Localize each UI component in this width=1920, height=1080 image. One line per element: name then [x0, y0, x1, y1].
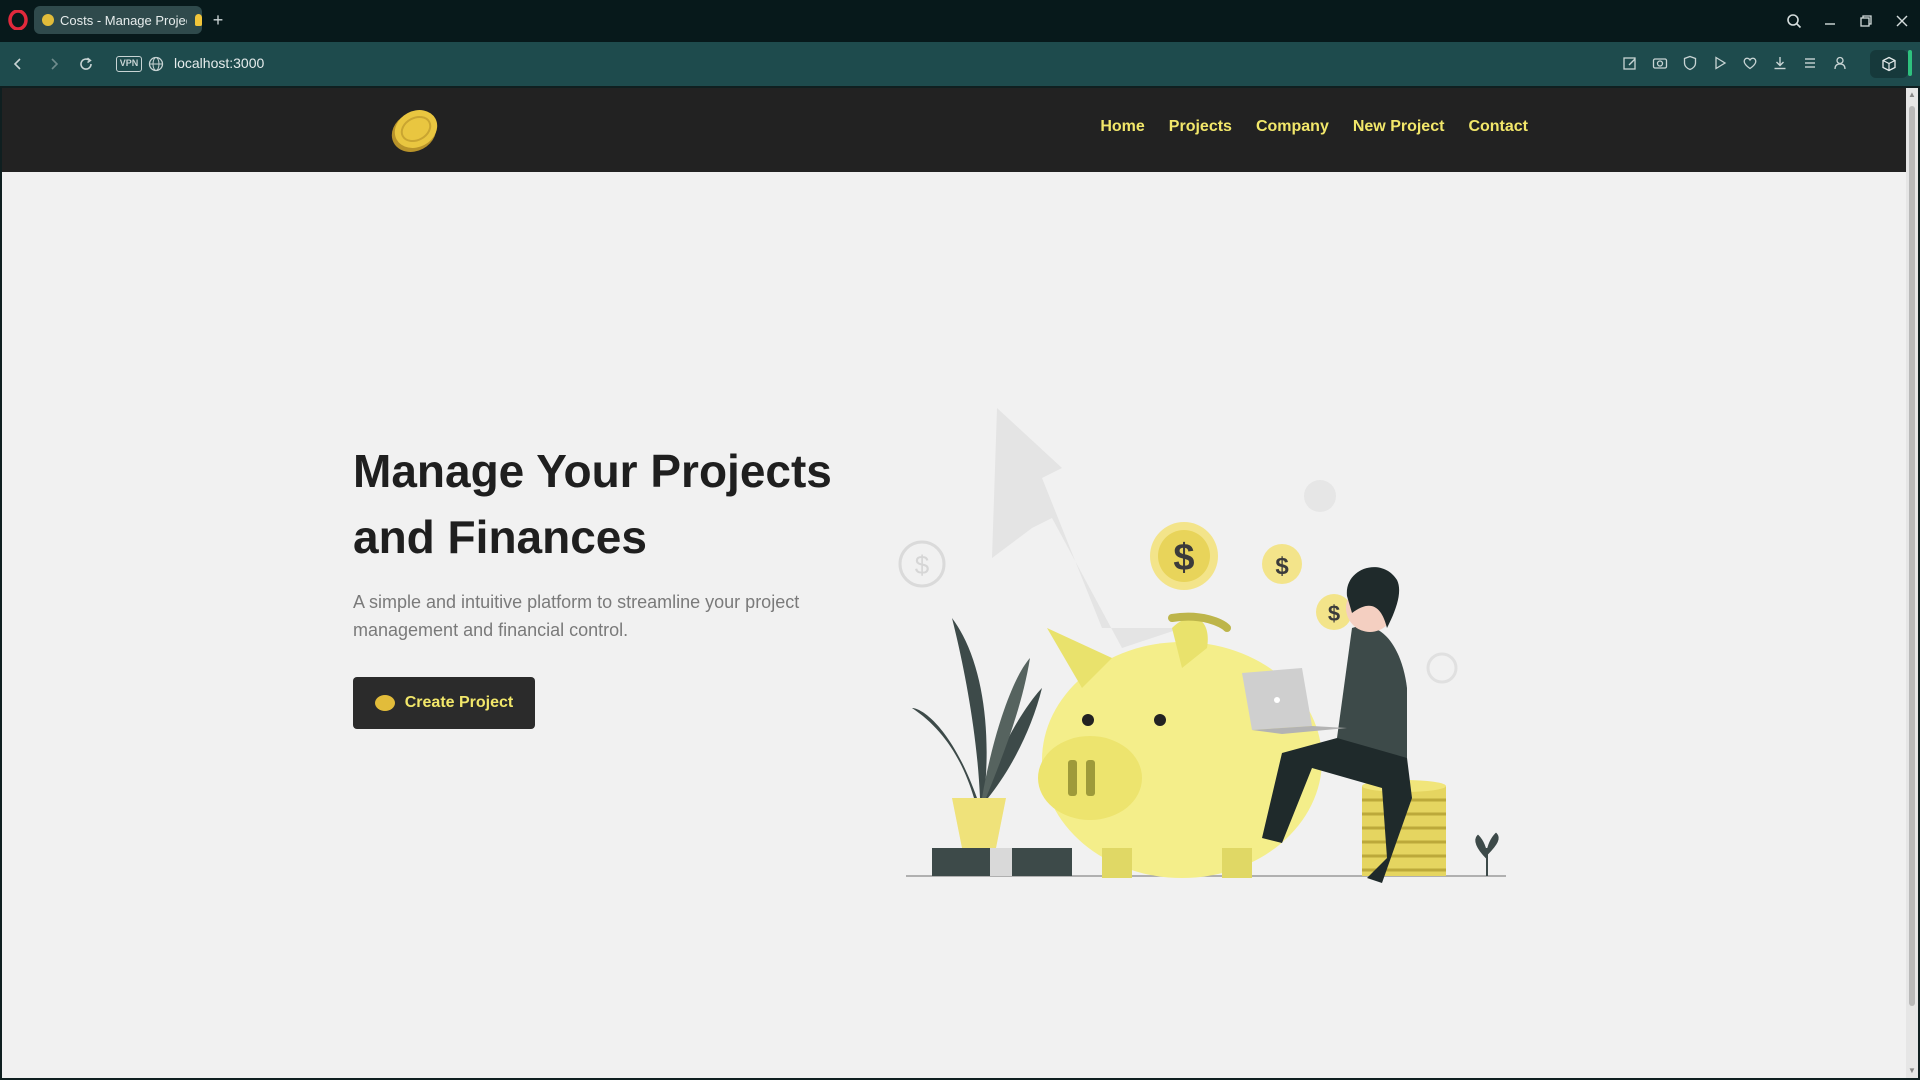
- extensions-button[interactable]: [1870, 50, 1908, 78]
- create-project-label: Create Project: [404, 694, 514, 711]
- close-icon: [1896, 15, 1908, 27]
- nav-contact[interactable]: Contact: [1468, 118, 1528, 136]
- coin-favicon-icon: [42, 14, 54, 26]
- svg-text:$: $: [1328, 601, 1340, 626]
- lightbulb-icon: [194, 14, 202, 26]
- url-field[interactable]: localhost:3000: [174, 55, 264, 71]
- sprout-graphic: [1475, 832, 1499, 876]
- back-button[interactable]: [8, 54, 28, 74]
- browser-titlebar: Costs - Manage Projects +: [0, 0, 1920, 42]
- edit-page-button[interactable]: [1620, 52, 1640, 74]
- hero-title: Manage Your Projects and Finances: [353, 445, 832, 563]
- coin-logo-icon[interactable]: [387, 104, 441, 156]
- chevron-right-icon: [51, 58, 59, 70]
- scrollbar-thumb[interactable]: [1909, 106, 1915, 1006]
- player-button[interactable]: [1710, 52, 1730, 74]
- create-project-button[interactable]: Create Project: [353, 677, 535, 729]
- reload-button[interactable]: [76, 54, 96, 74]
- downloads-button[interactable]: [1770, 52, 1790, 74]
- restore-icon: [1860, 15, 1872, 27]
- vpn-badge[interactable]: VPN: [116, 56, 142, 72]
- faint-coin-graphic: [1426, 652, 1458, 684]
- svg-text:$: $: [1173, 537, 1194, 579]
- piggy-bank-illustration: $ $ $ $: [898, 408, 1506, 883]
- nav-company[interactable]: Company: [1256, 118, 1329, 136]
- globe-icon[interactable]: [148, 56, 164, 72]
- hero-subtitle: A simple and intuitive platform to strea…: [353, 592, 800, 640]
- main-nav: Home Projects Company New Project Contac…: [1100, 118, 1528, 136]
- profile-button[interactable]: [1830, 52, 1850, 74]
- new-tab-button[interactable]: +: [208, 10, 228, 30]
- page-scrollbar[interactable]: ▲ ▼: [1906, 88, 1918, 1078]
- page-viewport: Home Projects Company New Project Contac…: [2, 88, 1906, 1078]
- search-tabs-button[interactable]: [1776, 3, 1812, 39]
- books-graphic: [932, 848, 990, 876]
- coin-icon: [374, 695, 395, 711]
- minimize-button[interactable]: [1812, 3, 1848, 39]
- opera-logo-icon[interactable]: [8, 10, 28, 30]
- cube-icon: [1882, 56, 1896, 72]
- nav-new-project[interactable]: New Project: [1353, 118, 1445, 136]
- browser-addressbar: VPN localhost:3000: [0, 42, 1920, 86]
- growth-arrow-graphic: [992, 408, 1182, 648]
- scroll-down-arrow-icon[interactable]: ▼: [1907, 1066, 1917, 1076]
- site-navbar: Home Projects Company New Project Contac…: [2, 88, 1906, 172]
- scroll-up-arrow-icon[interactable]: ▲: [1907, 90, 1917, 100]
- shield-button[interactable]: [1680, 52, 1700, 74]
- forward-button[interactable]: [44, 54, 64, 74]
- restore-button[interactable]: [1848, 3, 1884, 39]
- nav-home[interactable]: Home: [1100, 118, 1144, 136]
- sidebar-indicator: [1908, 50, 1912, 76]
- bookmarks-button[interactable]: [1740, 52, 1760, 74]
- camera-icon: [1652, 58, 1668, 69]
- browser-tab-active[interactable]: Costs - Manage Projects: [34, 6, 202, 34]
- menu-icon: [1805, 58, 1815, 68]
- minimize-icon: [1825, 23, 1835, 25]
- potted-plant-graphic: [952, 798, 1006, 848]
- nav-projects[interactable]: Projects: [1169, 118, 1232, 136]
- heart-icon: [1743, 57, 1757, 70]
- snapshot-button[interactable]: [1650, 52, 1670, 74]
- shield-icon: [1683, 55, 1697, 71]
- reload-icon: [80, 57, 92, 70]
- chevron-left-icon: [13, 58, 21, 70]
- edit-icon: [1623, 57, 1636, 70]
- download-icon: [1774, 57, 1786, 70]
- svg-text:$: $: [915, 550, 930, 580]
- faint-coin-graphic: [1304, 480, 1336, 512]
- search-icon: [1787, 14, 1802, 29]
- close-window-button[interactable]: [1884, 3, 1920, 39]
- play-icon: [1715, 56, 1727, 70]
- easy-setup-button[interactable]: [1800, 52, 1820, 74]
- tab-title: Costs - Manage Projects: [60, 12, 187, 28]
- window-controls: [1776, 0, 1920, 42]
- svg-text:$: $: [1275, 553, 1289, 580]
- toolbar-icons: [1620, 52, 1850, 74]
- user-icon: [1834, 56, 1846, 70]
